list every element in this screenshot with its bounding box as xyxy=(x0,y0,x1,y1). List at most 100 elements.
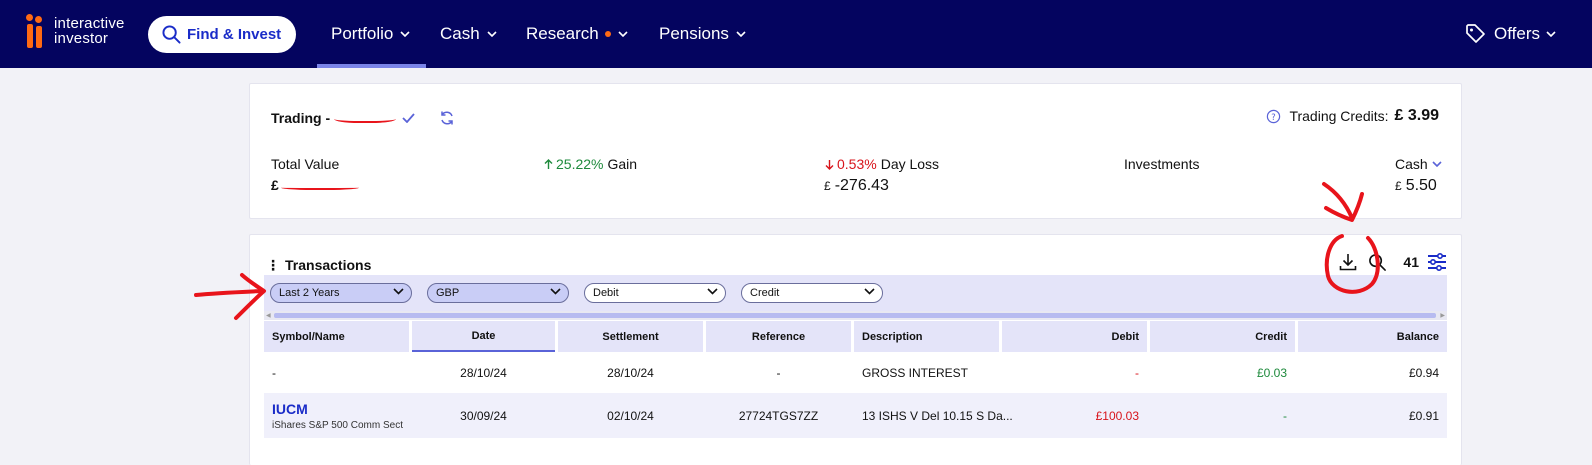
period-filter-select[interactable]: Last 2 Years xyxy=(270,283,412,303)
column-header-description[interactable]: Description xyxy=(854,321,999,352)
investments-label: Investments xyxy=(1124,156,1200,172)
horizontal-scrollbar[interactable]: ◀ ▶ xyxy=(264,311,1447,320)
column-header-reference[interactable]: Reference xyxy=(706,321,851,352)
transactions-count: 41 xyxy=(1403,254,1419,270)
column-header-symbol[interactable]: Symbol/Name xyxy=(264,321,409,352)
row-settlement: 02/10/24 xyxy=(607,408,654,423)
symbol-name: iShares S&P 500 Comm Sect xyxy=(272,419,403,431)
offers-menu[interactable]: Offers xyxy=(1464,22,1562,46)
nav-portfolio-label: Portfolio xyxy=(331,24,394,43)
transactions-title: Transactions xyxy=(285,257,372,273)
day-loss-currency: £ xyxy=(824,179,831,193)
credit-filter-value: Credit xyxy=(750,287,780,299)
column-header-label: Balance xyxy=(1396,330,1439,343)
redaction-mark xyxy=(334,113,397,123)
notification-dot xyxy=(604,31,611,37)
chevron-down-icon xyxy=(1432,161,1442,167)
table-row[interactable]: - 28/10/24 28/10/24 - GROSS INTEREST - £… xyxy=(264,353,1447,393)
gain-stat: 25.22% Gain xyxy=(544,156,637,172)
row-reference: 27724TGS7ZZ xyxy=(738,408,819,423)
brand-name: interactive investor xyxy=(54,15,125,47)
chevron-down-icon xyxy=(707,288,718,295)
redaction-mark xyxy=(280,184,359,190)
row-debit: £100.03 xyxy=(1095,408,1139,423)
row-credit: £0.03 xyxy=(1256,366,1287,380)
help-icon[interactable]: ? xyxy=(1266,109,1281,124)
brand-logo[interactable]: interactive investor xyxy=(26,14,125,48)
chevron-down-icon xyxy=(736,31,746,37)
column-header-settlement[interactable]: Settlement xyxy=(558,321,703,352)
search-icon xyxy=(162,25,181,44)
active-nav-indicator xyxy=(317,64,426,68)
nav-cash-label: Cash xyxy=(440,24,480,43)
column-header-label: Debit xyxy=(1111,330,1140,343)
row-date: 30/09/24 xyxy=(460,408,507,423)
cash-label: Cash xyxy=(1395,156,1428,172)
debit-filter-select[interactable]: Debit xyxy=(584,283,726,303)
table-row-partial xyxy=(264,438,1447,465)
table-header: Symbol/Name Date Settlement Reference De… xyxy=(264,321,1447,352)
row-symbol: - xyxy=(272,366,276,380)
column-header-credit[interactable]: Credit xyxy=(1150,321,1295,352)
column-header-label: Credit xyxy=(1255,330,1287,343)
account-title[interactable]: Trading - xyxy=(271,110,455,126)
column-header-balance[interactable]: Balance xyxy=(1298,321,1447,352)
nav-research[interactable]: Research xyxy=(526,22,628,46)
column-header-label: Settlement xyxy=(602,330,659,343)
day-loss-label: Day Loss xyxy=(880,156,940,172)
trading-credits: ? Trading Credits: £ 3.99 xyxy=(1266,107,1439,125)
account-title-label: Trading - xyxy=(271,110,331,126)
total-value-currency: £ xyxy=(271,177,279,193)
total-value-label: Total Value xyxy=(271,156,340,172)
transactions-toolbar: 41 xyxy=(1338,252,1447,272)
column-header-label: Reference xyxy=(751,330,806,343)
trading-credits-value: £ 3.99 xyxy=(1394,107,1439,124)
debit-filter-value: Debit xyxy=(593,287,619,299)
nav-pensions[interactable]: Pensions xyxy=(659,22,746,46)
cash-value: 5.50 xyxy=(1405,177,1437,194)
chevron-down-icon xyxy=(550,288,561,295)
nav-pensions-label: Pensions xyxy=(659,24,729,43)
column-header-date[interactable]: Date xyxy=(412,321,555,352)
credit-filter-select[interactable]: Credit xyxy=(741,283,883,303)
cash-stat[interactable]: Cash £5.50 xyxy=(1395,156,1442,195)
chevron-down-icon xyxy=(618,31,628,37)
column-header-label: Date xyxy=(471,329,496,342)
chevron-down-icon xyxy=(400,31,410,37)
logo-mark-icon xyxy=(26,14,48,48)
nav-cash[interactable]: Cash xyxy=(440,22,497,46)
day-loss-percentage: 0.53% xyxy=(837,156,877,172)
chevron-down-icon xyxy=(487,31,497,37)
currency-filter-select[interactable]: GBP xyxy=(427,283,569,303)
chevron-down-icon xyxy=(393,288,404,295)
filter-sliders-icon[interactable] xyxy=(1427,253,1447,271)
trading-credits-label: Trading Credits: xyxy=(1289,108,1389,124)
symbol-link[interactable]: IUCM xyxy=(272,401,308,417)
row-symbol: IUCM iShares S&P 500 Comm Sect xyxy=(272,393,412,438)
drag-handle-icon[interactable]: ⋮ xyxy=(266,258,280,272)
row-date: 28/10/24 xyxy=(460,366,507,380)
svg-text:?: ? xyxy=(1272,111,1276,121)
tag-icon xyxy=(1466,24,1485,43)
find-invest-button[interactable]: Find & Invest xyxy=(148,16,296,53)
scroll-left-icon[interactable]: ◀ xyxy=(266,312,271,319)
transactions-header: ⋮ Transactions xyxy=(266,257,371,273)
scrollbar-thumb[interactable] xyxy=(274,313,1436,318)
search-icon[interactable] xyxy=(1368,253,1387,272)
day-loss-stat: 0.53% Day Loss £ -276.43 xyxy=(824,156,940,195)
period-filter-value: Last 2 Years xyxy=(279,287,340,299)
transactions-card: ⋮ Transactions 41 Last 2 Years GBP Debit… xyxy=(249,234,1462,465)
column-header-debit[interactable]: Debit xyxy=(1002,321,1147,352)
gain-label: Gain xyxy=(607,156,638,172)
row-settlement: 28/10/24 xyxy=(607,366,654,380)
filter-bar: Last 2 Years GBP Debit Credit xyxy=(264,275,1447,311)
column-header-label: Description xyxy=(862,330,923,343)
table-row[interactable]: IUCM iShares S&P 500 Comm Sect 30/09/24 … xyxy=(264,393,1447,438)
scroll-right-icon[interactable]: ▶ xyxy=(1440,312,1445,319)
account-summary-card: Trading - ? Trading Credits: £ 3.99 Tota… xyxy=(249,83,1462,219)
download-icon[interactable] xyxy=(1338,252,1358,272)
column-header-label: Symbol/Name xyxy=(272,330,345,343)
refresh-icon[interactable] xyxy=(439,110,455,126)
row-debit: - xyxy=(1135,366,1139,380)
nav-portfolio[interactable]: Portfolio xyxy=(331,22,410,46)
